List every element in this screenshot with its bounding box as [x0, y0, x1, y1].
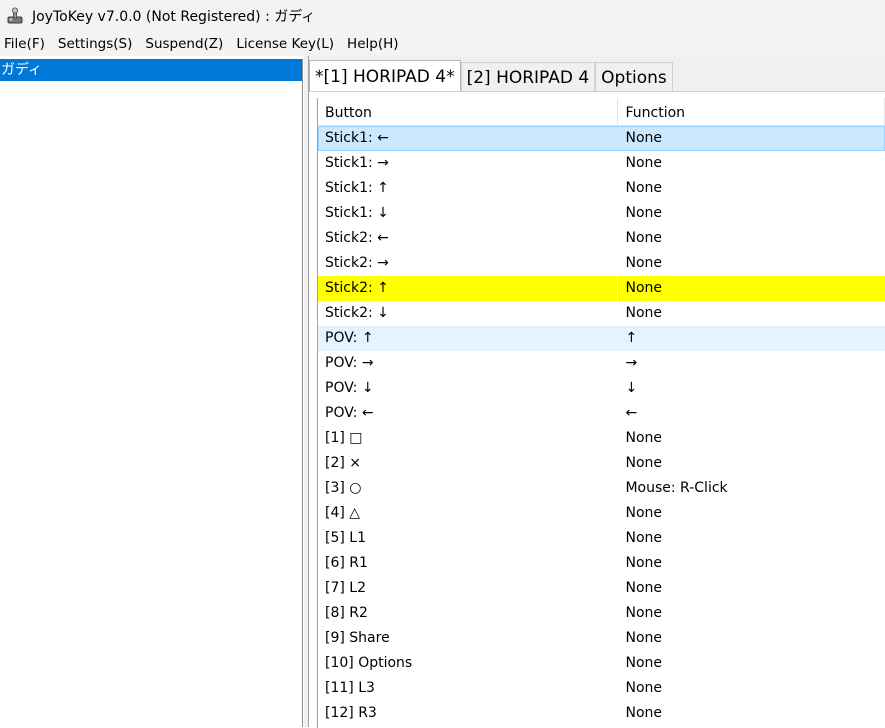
table-body: Stick1: ← None Stick1: → None Stick1: ↑ None S… — [318, 126, 885, 726]
function-cell: Mouse: R-Click — [625, 480, 728, 496]
button-cell: [2] × — [325, 455, 362, 471]
button-cell: POV: ↓ — [325, 380, 374, 396]
function-cell: None — [625, 230, 662, 246]
menu-bar: File(F) Settings(S) Suspend(Z) License K… — [0, 32, 885, 56]
function-cell: None — [625, 630, 662, 646]
function-cell: None — [618, 276, 885, 301]
menu-file[interactable]: File(F) — [0, 36, 54, 52]
function-cell: None — [625, 430, 662, 446]
table-row[interactable]: Stick2: ↑ None — [318, 276, 885, 301]
button-cell: [6] R1 — [325, 555, 368, 571]
table-row[interactable]: [8] R2 None — [318, 601, 885, 626]
function-cell: None — [625, 305, 662, 321]
table-row[interactable]: POV: ← ← — [318, 401, 885, 426]
table-row[interactable]: Stick1: → None — [318, 151, 885, 176]
button-cell: Stick1: ↑ — [325, 180, 389, 196]
table-row[interactable]: Stick2: → None — [318, 251, 885, 276]
function-cell: None — [625, 705, 662, 721]
table-row[interactable]: [11] L3 None — [318, 676, 885, 701]
function-cell: None — [625, 205, 662, 221]
tab-content: Button Function Stick1: ← None Stick1: → No… — [309, 91, 885, 728]
button-cell: [7] L2 — [325, 580, 366, 596]
function-cell: None — [625, 180, 662, 196]
title-bar: JoyToKey v7.0.0 (Not Registered) : ガディ — [0, 0, 885, 32]
table-row[interactable]: [7] L2 None — [318, 576, 885, 601]
table-row[interactable]: Stick2: ← None — [318, 226, 885, 251]
menu-license-key[interactable]: License Key(L) — [232, 36, 343, 52]
function-cell: None — [625, 255, 662, 271]
table-row[interactable]: [9] Share None — [318, 626, 885, 651]
window-title: JoyToKey v7.0.0 (Not Registered) : ガディ — [32, 9, 316, 25]
button-cell: POV: → — [325, 355, 374, 371]
column-header-button[interactable]: Button — [318, 98, 619, 126]
table-row[interactable]: POV: → → — [318, 351, 885, 376]
function-cell: None — [625, 555, 662, 571]
profile-list[interactable]: ガディ — [0, 59, 303, 727]
button-cell: [5] L1 — [325, 530, 366, 546]
button-cell: Stick2: ← — [325, 230, 389, 246]
function-cell: None — [625, 530, 662, 546]
table-row[interactable]: [6] R1 None — [318, 551, 885, 576]
button-cell: [8] R2 — [325, 605, 368, 621]
button-cell: [1] □ — [325, 430, 363, 446]
column-header-function[interactable]: Function — [618, 98, 885, 126]
button-cell: POV: ↑ — [325, 330, 374, 346]
function-cell: → — [625, 355, 638, 371]
menu-suspend[interactable]: Suspend(Z) — [141, 36, 232, 52]
function-cell: ← — [625, 405, 638, 421]
controller-area: *[1] HORIPAD 4* [2] HORIPAD 4 Options Bu… — [309, 56, 885, 728]
menu-help[interactable]: Help(H) — [343, 36, 407, 52]
function-cell: None — [625, 455, 662, 471]
table-row[interactable]: Stick1: ← None — [318, 126, 885, 151]
table-row[interactable]: [1] □ None — [318, 426, 885, 451]
joystick-icon — [6, 7, 24, 25]
function-cell: ↓ — [625, 380, 638, 396]
table-header: Button Function — [318, 98, 885, 126]
button-cell: Stick1: → — [325, 155, 389, 171]
function-cell: None — [625, 655, 662, 671]
table-row[interactable]: POV: ↓ ↓ — [318, 376, 885, 401]
table-row[interactable]: Stick2: ↓ None — [318, 301, 885, 326]
button-cell: Stick1: ↓ — [325, 205, 389, 221]
table-row[interactable]: POV: ↑ ↑ — [318, 326, 885, 351]
button-cell: [10] Options — [325, 655, 413, 671]
button-cell: [11] L3 — [325, 680, 375, 696]
button-cell: [4] △ — [325, 505, 361, 521]
table-row[interactable]: Stick1: ↓ None — [318, 201, 885, 226]
button-cell: Stick1: ← — [325, 130, 389, 146]
tab-controller-1[interactable]: *[1] HORIPAD 4* — [309, 60, 461, 92]
button-mapping-table: Button Function Stick1: ← None Stick1: → No… — [317, 98, 885, 728]
button-cell: [9] Share — [325, 630, 390, 646]
button-cell: [12] R3 — [325, 705, 377, 721]
button-cell: Stick2: → — [325, 255, 389, 271]
function-cell: None — [625, 155, 662, 171]
function-cell: None — [625, 130, 662, 146]
table-row[interactable]: [12] R3 None — [318, 701, 885, 726]
profile-item[interactable]: ガディ — [0, 59, 302, 81]
tab-controller-2[interactable]: [2] HORIPAD 4 — [460, 62, 596, 92]
table-row[interactable]: [5] L1 None — [318, 526, 885, 551]
table-row[interactable]: [4] △ None — [318, 501, 885, 526]
button-cell: [3] ○ — [325, 480, 362, 496]
menu-settings[interactable]: Settings(S) — [54, 36, 141, 52]
function-cell: None — [625, 505, 662, 521]
button-cell: Stick2: ↑ — [318, 276, 619, 301]
function-cell: None — [625, 680, 662, 696]
function-cell: None — [625, 580, 662, 596]
table-row[interactable]: [2] × None — [318, 451, 885, 476]
button-cell: Stick2: ↓ — [325, 305, 389, 321]
function-cell: ↑ — [625, 330, 638, 346]
controller-tabs: *[1] HORIPAD 4* [2] HORIPAD 4 Options — [309, 60, 673, 92]
table-row[interactable]: [10] Options None — [318, 651, 885, 676]
button-cell: POV: ← — [325, 405, 374, 421]
table-row[interactable]: [3] ○ Mouse: R-Click — [318, 476, 885, 501]
tab-options[interactable]: Options — [595, 62, 673, 92]
table-row[interactable]: Stick1: ↑ None — [318, 176, 885, 201]
function-cell: None — [625, 605, 662, 621]
